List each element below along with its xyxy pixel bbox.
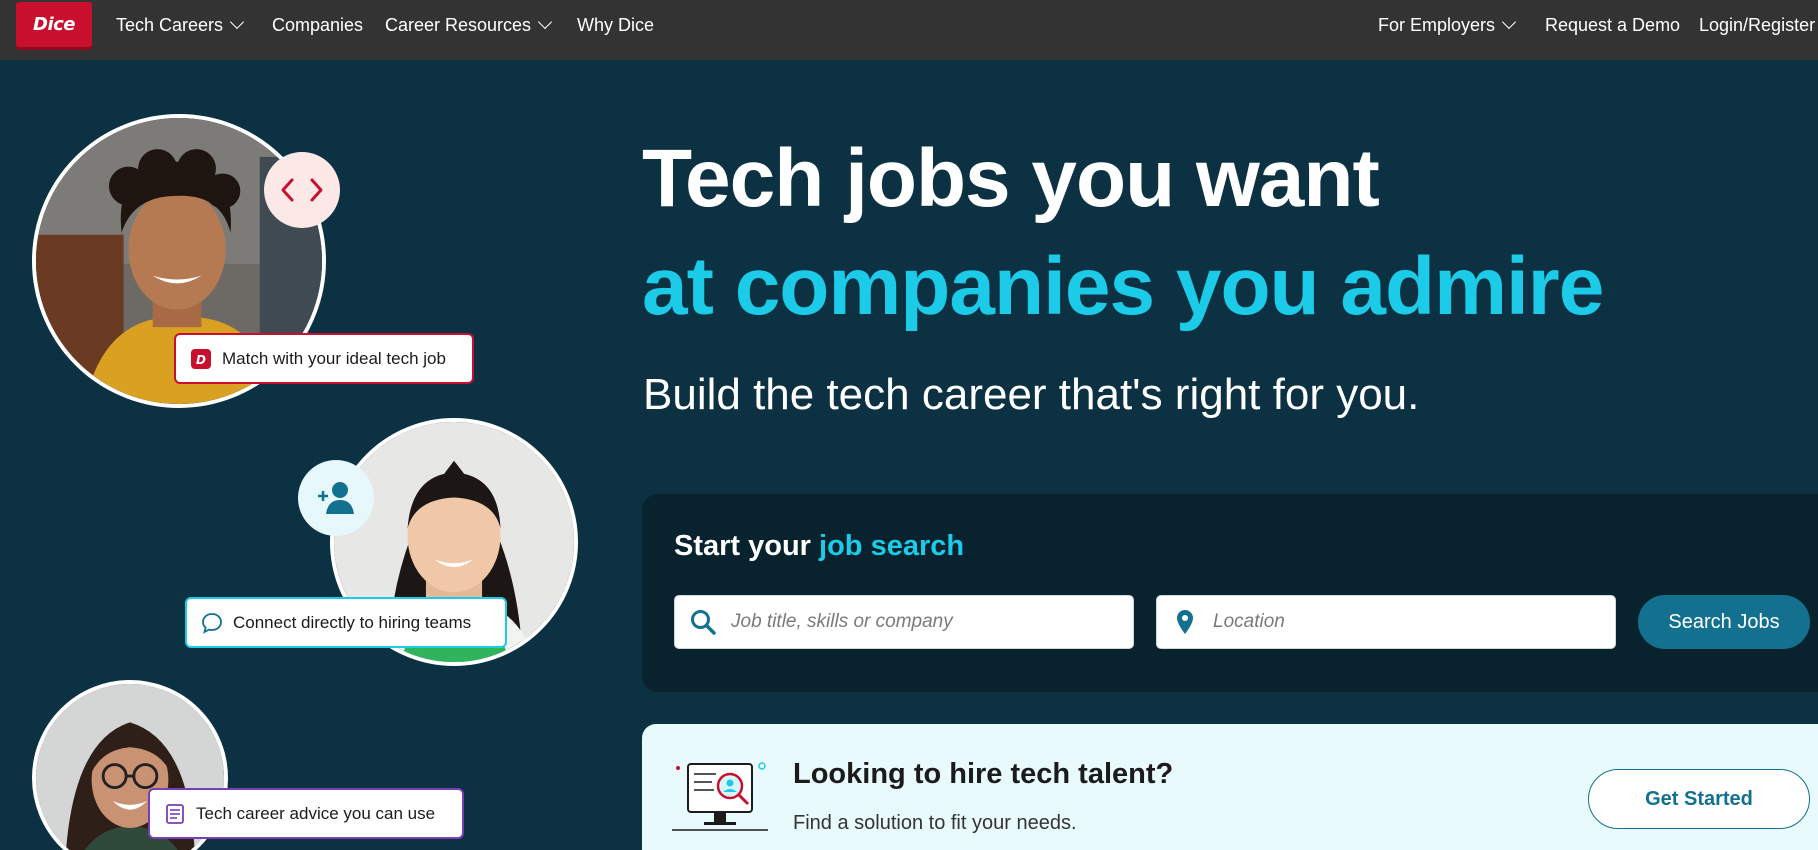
nav-request-demo[interactable]: Request a Demo	[1545, 0, 1680, 50]
newspaper-icon	[164, 803, 186, 825]
add-user-icon-badge	[298, 460, 374, 536]
search-title-plain: Start your	[674, 530, 820, 562]
nav-label: For Employers	[1378, 14, 1496, 35]
location-pin-icon	[1157, 609, 1213, 635]
nav-label: Career Resources	[385, 14, 532, 35]
hero-headline-line-1: Tech jobs you want	[642, 133, 1380, 224]
top-nav: Dice Tech Careers Companies Career Resou…	[0, 0, 1818, 60]
nav-for-employers[interactable]: For Employers	[1378, 0, 1517, 50]
hire-title: Looking to hire tech talent?	[793, 758, 1174, 790]
pill-text: Match with your ideal tech job	[222, 348, 446, 368]
hero-subheadline: Build the tech career that's right for y…	[643, 370, 1420, 419]
dice-logo[interactable]: Dice	[16, 2, 92, 47]
code-icon-badge	[264, 152, 340, 228]
keyword-input[interactable]	[731, 611, 1133, 633]
keyword-search-field[interactable]	[674, 595, 1134, 649]
search-title: Start your job search	[674, 530, 964, 563]
get-started-button[interactable]: Get Started	[1588, 769, 1810, 829]
nav-label: Why Dice	[577, 14, 655, 35]
dice-d-icon: D	[190, 348, 212, 370]
hire-subtitle: Find a solution to fit your needs.	[793, 812, 1077, 834]
search-title-accent: job search	[819, 530, 965, 562]
nav-why-dice[interactable]: Why Dice	[577, 0, 654, 50]
pill-text: Connect directly to hiring teams	[233, 612, 472, 632]
code-icon	[281, 178, 323, 202]
feature-pill-connect: Connect directly to hiring teams	[185, 597, 507, 648]
nav-companies[interactable]: Companies	[272, 0, 363, 50]
nav-login-register[interactable]: Login/Register	[1699, 0, 1815, 50]
location-input[interactable]	[1213, 611, 1615, 633]
nav-career-resources[interactable]: Career Resources	[385, 0, 553, 50]
svg-text:D: D	[196, 353, 206, 367]
chevron-down-icon	[537, 14, 553, 30]
nav-label: Login/Register	[1699, 14, 1816, 35]
hiring-monitor-icon	[672, 762, 768, 831]
feature-pill-advice: Tech career advice you can use	[148, 788, 464, 839]
nav-label: Request a Demo	[1545, 14, 1681, 35]
location-search-field[interactable]	[1156, 595, 1616, 649]
pill-text: Tech career advice you can use	[196, 803, 436, 823]
add-user-icon	[318, 482, 354, 514]
feature-pill-match: D Match with your ideal tech job	[174, 333, 474, 384]
chevron-down-icon	[229, 14, 245, 30]
nav-tech-careers[interactable]: Tech Careers	[116, 0, 245, 50]
chat-bubble-icon	[201, 612, 223, 634]
hero-headline-line-2: at companies you admire	[642, 241, 1604, 332]
nav-label: Companies	[272, 14, 364, 35]
chevron-down-icon	[1501, 14, 1517, 30]
search-icon	[675, 609, 731, 635]
logo-text: Dice	[33, 14, 76, 35]
nav-label: Tech Careers	[116, 14, 224, 35]
search-jobs-button[interactable]: Search Jobs	[1638, 595, 1810, 649]
job-search-card	[642, 494, 1818, 692]
